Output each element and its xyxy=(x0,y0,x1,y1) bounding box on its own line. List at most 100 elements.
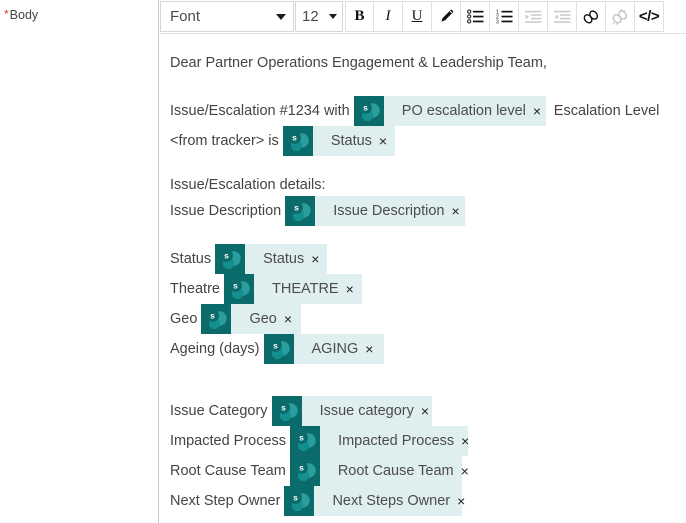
field-label-text: Body xyxy=(9,8,39,22)
font-family-select[interactable]: Font xyxy=(160,1,294,32)
token-chip-label: AGING xyxy=(311,341,359,357)
geo-label: Geo xyxy=(170,311,202,327)
font-size-select[interactable]: 12 xyxy=(295,1,343,32)
required-asterisk: * xyxy=(4,7,9,21)
token-remove-icon[interactable]: × xyxy=(281,312,304,326)
token-chip-aging[interactable]: s AGING × xyxy=(263,334,385,364)
code-icon: </> xyxy=(638,8,660,25)
sharepoint-icon: s xyxy=(224,274,254,304)
greeting-text: Dear Partner Operations Engagement & Lea… xyxy=(170,55,547,71)
body-line-issue-category: Issue Category s Issue category × xyxy=(170,396,686,426)
svg-text:s: s xyxy=(363,103,368,113)
token-chip-status-2[interactable]: s Status × xyxy=(215,244,328,274)
remove-link-button xyxy=(606,1,635,32)
svg-text:s: s xyxy=(294,203,299,213)
line-spacer xyxy=(170,226,686,244)
line-spacer xyxy=(170,156,686,174)
token-remove-icon[interactable]: × xyxy=(454,494,477,508)
body-line-status: Status s Status × xyxy=(170,244,686,274)
root-cause-team-label: Root Cause Team xyxy=(170,463,290,479)
sharepoint-icon: s xyxy=(285,196,316,226)
svg-text:s: s xyxy=(292,133,297,143)
token-remove-icon[interactable]: × xyxy=(362,342,385,356)
italic-icon: I xyxy=(385,8,391,24)
token-chip-po-escalation-level[interactable]: s PO escalation level × xyxy=(353,96,546,126)
body-line-next-step-owner: Next Step Owner s Next Steps Owner × xyxy=(170,486,686,516)
token-chip-label: Impacted Process xyxy=(338,433,455,449)
text-color-button[interactable] xyxy=(432,1,461,32)
body-line-root-cause-team: Root Cause Team s Root Cause Team × xyxy=(170,456,686,486)
link-icon xyxy=(582,9,600,25)
editor-content-area[interactable]: Dear Partner Operations Engagement & Lea… xyxy=(159,34,686,523)
token-chip-issue-category[interactable]: s Issue category × xyxy=(271,396,432,426)
indent-icon xyxy=(553,10,571,24)
font-size-value: 12 xyxy=(302,8,319,25)
token-chip-label: Root Cause Team xyxy=(337,463,454,479)
theatre-label: Theatre xyxy=(170,281,224,297)
svg-text:s: s xyxy=(281,403,286,413)
impacted-process-label: Impacted Process xyxy=(170,433,291,449)
body-line-escalation: Issue/Escalation #1234 with s PO escalat… xyxy=(170,96,686,126)
token-remove-icon[interactable]: × xyxy=(308,252,331,266)
sharepoint-icon: s xyxy=(282,126,313,156)
svg-text:s: s xyxy=(273,341,278,351)
ageing-label: Ageing (days) xyxy=(170,341,264,357)
bullet-list-button[interactable] xyxy=(461,1,490,32)
token-chip-geo[interactable]: s Geo × xyxy=(201,304,304,334)
numbered-list-button[interactable]: 1 2 3 xyxy=(490,1,519,32)
sharepoint-icon: s xyxy=(271,396,302,426)
svg-text:s: s xyxy=(294,493,299,503)
svg-text:s: s xyxy=(299,463,304,473)
token-chip-impacted-process[interactable]: s Impacted Process × xyxy=(290,426,469,456)
token-remove-icon[interactable]: × xyxy=(458,464,481,478)
line-spacer xyxy=(170,364,686,396)
italic-button[interactable]: I xyxy=(374,1,403,32)
sharepoint-icon: s xyxy=(284,486,315,516)
token-chip-root-cause-team[interactable]: s Root Cause Team × xyxy=(289,456,469,486)
token-chip-issue-description[interactable]: s Issue Description × xyxy=(285,196,466,226)
token-remove-icon[interactable]: × xyxy=(343,282,366,296)
token-remove-icon[interactable]: × xyxy=(448,204,471,218)
bold-button[interactable]: B xyxy=(345,1,374,32)
sharepoint-icon: s xyxy=(353,96,384,126)
chevron-down-icon xyxy=(329,14,337,19)
issue-description-label: Issue Description xyxy=(170,203,286,219)
underline-icon: U xyxy=(411,8,423,24)
rich-text-editor[interactable]: Font 12 B I U 1 2 3 </> Dear Partner Ope… xyxy=(158,0,686,523)
token-remove-icon[interactable]: × xyxy=(418,404,441,418)
token-chip-label: Status xyxy=(330,133,372,149)
token-remove-icon[interactable]: × xyxy=(458,434,481,448)
pen-icon xyxy=(438,8,455,25)
body-line-impacted-process: Impacted Process s Impacted Process × xyxy=(170,426,686,456)
token-chip-label: Status xyxy=(263,251,305,267)
numbered-list-icon: 1 2 3 xyxy=(496,9,513,24)
token-chip-next-steps-owner[interactable]: s Next Steps Owner × xyxy=(284,486,465,516)
sharepoint-icon: s xyxy=(263,334,294,364)
editor-toolbar: Font 12 B I U 1 2 3 </> xyxy=(159,0,686,34)
bold-icon: B xyxy=(354,8,365,24)
token-chip-label: Next Steps Owner xyxy=(332,493,451,509)
body-line-tracker: <from tracker> is s Status × xyxy=(170,126,686,156)
issue-category-label: Issue Category xyxy=(170,403,272,419)
token-chip-label: Geo xyxy=(249,311,277,327)
token-remove-icon[interactable]: × xyxy=(376,134,399,148)
status-label: Status xyxy=(170,251,216,267)
token-chip-label: THEATRE xyxy=(272,281,339,297)
token-chip-theatre[interactable]: s THEATRE × xyxy=(224,274,362,304)
escalation-prefix-text: Issue/Escalation #1234 with xyxy=(170,103,354,119)
sharepoint-icon: s xyxy=(289,456,320,486)
bullet-list-icon xyxy=(466,9,484,24)
svg-text:3: 3 xyxy=(496,19,499,24)
unlink-icon xyxy=(611,8,629,25)
svg-text:s: s xyxy=(224,251,229,261)
token-chip-status-1[interactable]: s Status × xyxy=(282,126,395,156)
body-line-theatre: Theatre s THEATRE × xyxy=(170,274,686,304)
body-line-details-heading: Issue/Escalation details: xyxy=(170,174,686,196)
code-view-button[interactable]: </> xyxy=(635,1,664,32)
body-line-geo: Geo s Geo × xyxy=(170,304,686,334)
insert-link-button[interactable] xyxy=(577,1,606,32)
indent-button xyxy=(548,1,577,32)
underline-button[interactable]: U xyxy=(403,1,432,32)
field-label: *Body xyxy=(4,7,39,23)
svg-text:s: s xyxy=(233,281,238,291)
